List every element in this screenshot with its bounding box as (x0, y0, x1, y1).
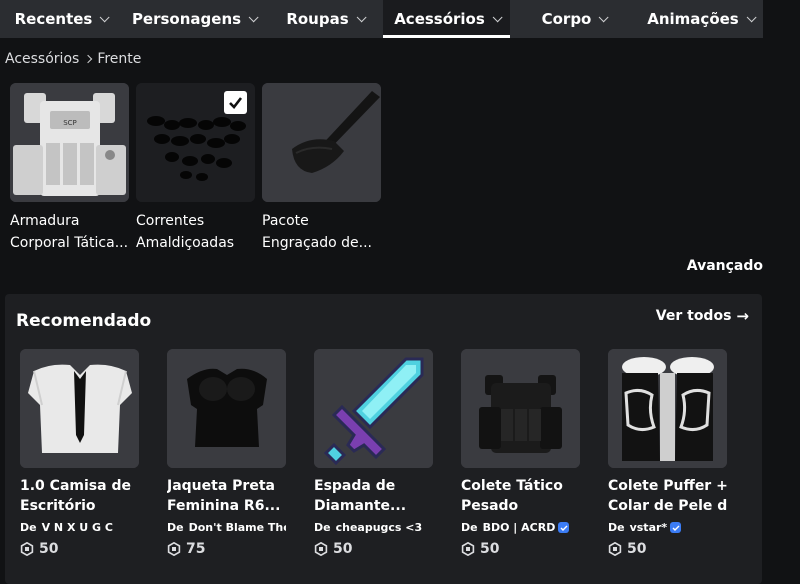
equipped-checkbox[interactable] (224, 91, 247, 114)
tab-roupas[interactable]: Roupas (266, 0, 383, 38)
tactical-vest-icon (461, 349, 580, 468)
item-name: Armadura Corporal Tática... (10, 213, 129, 251)
item-thumbnail (136, 83, 255, 202)
item-name: Correntes Amaldiçoadas (136, 213, 235, 251)
recommended-item[interactable]: Colete Puffer + Colar de Pele d... De vs… (608, 349, 727, 557)
item-creator: De BDO | ACRD (461, 521, 580, 534)
chevron-down-icon (599, 11, 609, 22)
equipped-item[interactable]: Correntes Amaldiçoadas (136, 83, 255, 254)
recommended-item[interactable]: Jaqueta Preta Feminina R6... De Don't Bl… (167, 349, 286, 557)
robux-icon (608, 542, 622, 556)
item-thumbnail (314, 349, 433, 468)
tactical-vest-icon: SCP (10, 83, 129, 202)
recommended-item[interactable]: Colete Tático Pesado De BDO | ACRD 50 (461, 349, 580, 557)
robux-icon (20, 542, 34, 556)
chevron-down-icon (248, 11, 259, 22)
item-name: Espada de Diamante... (314, 478, 407, 514)
chevron-down-icon (100, 11, 110, 22)
verified-badge-icon (558, 522, 570, 533)
item-name: Jaqueta Preta Feminina R6... (167, 478, 281, 514)
robux-icon (461, 542, 475, 556)
checkmark-icon (229, 97, 243, 109)
breadcrumb-current: Frente (97, 51, 142, 67)
verified-badge-icon (670, 522, 682, 533)
equipped-items: SCP Armadura Corporal Tática... Corrente… (10, 83, 381, 254)
robux-icon (167, 542, 181, 556)
breadcrumb: Acessórios Frente (5, 51, 141, 67)
tab-recentes[interactable]: Recentes (0, 0, 121, 38)
recommended-item[interactable]: Espada de Diamante... De cheapugcs <3 50 (314, 349, 433, 557)
creator-name[interactable]: V N X U G C (42, 521, 113, 534)
tab-animacoes[interactable]: Animações (637, 0, 763, 38)
item-price: 50 (461, 541, 580, 557)
item-thumbnail (167, 349, 286, 468)
item-name: 1.0 Camisa de Escritório (20, 478, 131, 514)
shirt-icon (20, 349, 139, 468)
robux-icon (314, 542, 328, 556)
item-price: 50 (20, 541, 139, 557)
breadcrumb-parent[interactable]: Acessórios (5, 51, 79, 67)
item-price: 50 (608, 541, 727, 557)
recommended-items: 1.0 Camisa de Escritório De V N X U G C … (20, 349, 727, 557)
tab-personagens[interactable]: Personagens (121, 0, 266, 38)
svg-text:SCP: SCP (63, 119, 77, 127)
diamond-sword-icon (314, 349, 433, 468)
item-thumbnail (20, 349, 139, 468)
equipped-item[interactable]: SCP Armadura Corporal Tática... (10, 83, 129, 254)
jacket-icon (167, 349, 286, 468)
tab-acessorios[interactable]: Acessórios (383, 0, 510, 38)
item-creator: De cheapugcs <3 (314, 521, 423, 534)
creator-name[interactable]: Don't Blame The ... (189, 521, 286, 534)
creator-name[interactable]: BDO | ACRD (483, 521, 556, 534)
item-thumbnail (461, 349, 580, 468)
creator-name[interactable]: vstar* (630, 521, 668, 534)
advanced-button[interactable]: Avançado (687, 258, 763, 274)
item-creator: De Don't Blame The ... (167, 521, 286, 534)
item-thumbnail (262, 83, 381, 202)
see-all-link[interactable]: Ver todos → (656, 307, 749, 325)
item-creator: De vstar* (608, 521, 727, 534)
bag-icon (262, 83, 381, 202)
chevron-down-icon (746, 11, 757, 22)
chevron-down-icon (492, 11, 503, 22)
item-thumbnail: SCP (10, 83, 129, 202)
item-name: Pacote Engraçado de... (262, 213, 372, 251)
chevron-right-icon (84, 54, 93, 64)
item-price: 75 (167, 541, 286, 557)
tab-corpo[interactable]: Corpo (510, 0, 637, 38)
arrow-right-icon: → (736, 307, 749, 325)
chevron-down-icon (356, 11, 367, 22)
item-thumbnail (608, 349, 727, 468)
section-title: Recomendado (16, 311, 152, 331)
puffer-vest-icon (608, 349, 727, 468)
creator-name[interactable]: cheapugcs <3 (336, 521, 423, 534)
item-name: Colete Tático Pesado (461, 478, 563, 514)
recommended-panel: Recomendado Ver todos → 1.0 Camisa de Es… (5, 294, 762, 584)
equipped-item[interactable]: Pacote Engraçado de... (262, 83, 381, 254)
item-name: Colete Puffer + Colar de Pele d... (608, 478, 727, 514)
item-price: 50 (314, 541, 433, 557)
item-creator: De V N X U G C (20, 521, 113, 534)
recommended-item[interactable]: 1.0 Camisa de Escritório De V N X U G C … (20, 349, 139, 557)
category-tabs: Recentes Personagens Roupas Acessórios C… (0, 0, 763, 38)
